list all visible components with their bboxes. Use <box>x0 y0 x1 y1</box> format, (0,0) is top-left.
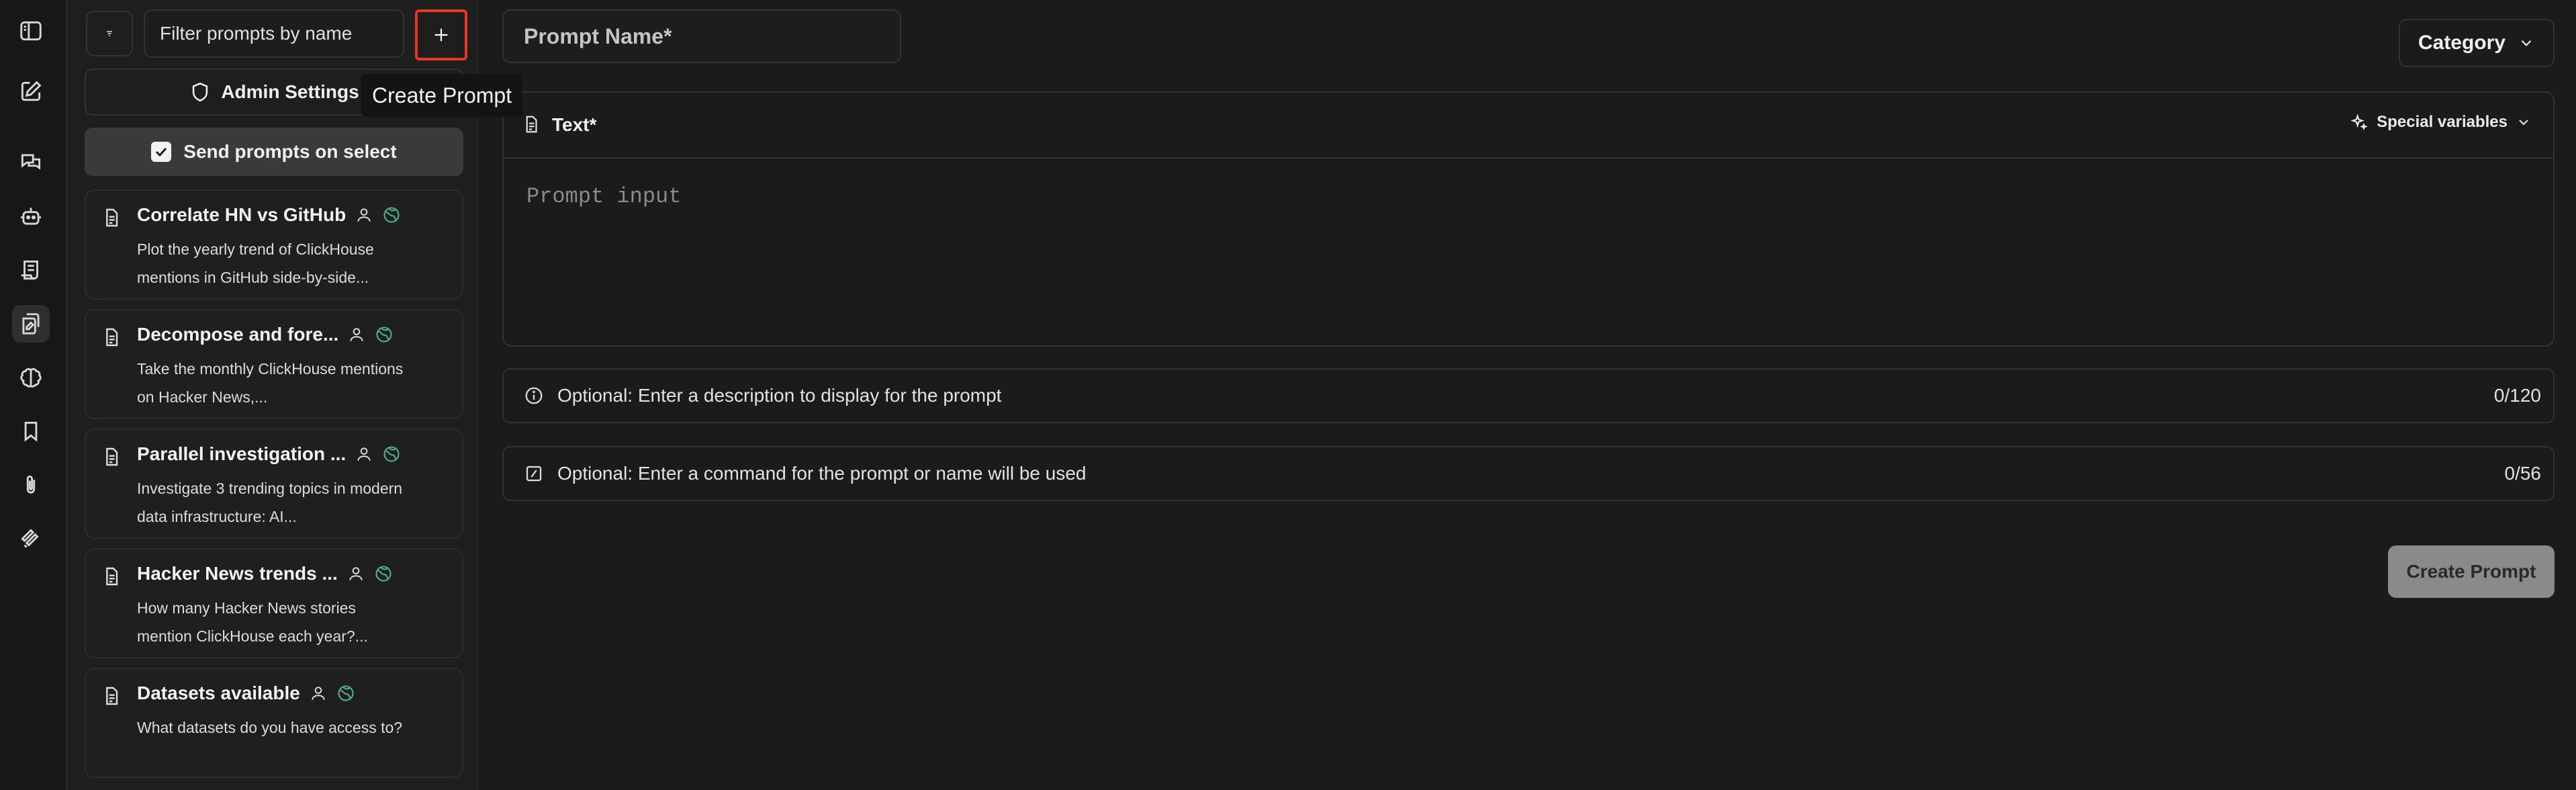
text-editor-header: Text* Special variables <box>504 93 2553 159</box>
document-icon <box>101 685 122 707</box>
globe-icon <box>375 566 392 582</box>
create-prompt-tooltip: Create Prompt <box>361 74 523 117</box>
create-prompt-label: Create Prompt <box>2406 561 2536 582</box>
prompt-text-input[interactable] <box>504 160 2553 345</box>
prompt-title: Decompose and fore... <box>137 324 339 345</box>
prompt-card[interactable]: Datasets available What datasets do you … <box>85 668 463 778</box>
new-chat-icon[interactable] <box>12 73 50 110</box>
user-icon <box>350 328 363 341</box>
notes-icon[interactable] <box>12 251 50 289</box>
sort-button[interactable] <box>86 11 133 56</box>
prompt-name-input[interactable] <box>502 9 901 63</box>
prompt-card[interactable]: Correlate HN vs GitHub Plot the yearly t… <box>85 189 463 300</box>
command-row: 0/56 <box>502 446 2555 501</box>
prompt-description: Investigate 3 trending topics in modern … <box>137 480 403 525</box>
special-variables-button[interactable]: Special variables <box>2350 113 2532 132</box>
create-prompt-submit-button[interactable]: Create Prompt <box>2388 545 2555 598</box>
prompt-card[interactable]: Parallel investigation ... Investigate 3… <box>85 429 463 539</box>
document-icon <box>101 446 122 468</box>
description-input[interactable] <box>556 384 2494 407</box>
icon-rail <box>0 0 67 790</box>
send-on-select-toggle[interactable]: Send prompts on select <box>85 128 463 176</box>
bookmark-icon[interactable] <box>12 412 50 450</box>
description-char-count: 0/120 <box>2493 385 2541 406</box>
prompt-card[interactable]: Hacker News trends ... How many Hacker N… <box>85 548 463 658</box>
prompt-title: Hacker News trends ... <box>137 563 338 584</box>
filter-prompts-input[interactable] <box>144 9 404 58</box>
prompt-description: Take the monthly ClickHouse mentions on … <box>137 360 404 406</box>
text-label: Text* <box>552 114 597 135</box>
command-icon <box>526 466 542 482</box>
user-icon <box>349 567 363 580</box>
document-icon <box>521 114 541 134</box>
description-row: 0/120 <box>502 368 2555 423</box>
document-icon <box>101 207 122 228</box>
paperclip-icon[interactable] <box>12 466 50 504</box>
globe-icon <box>376 326 392 343</box>
chats-icon[interactable] <box>12 144 50 181</box>
prompts-icon[interactable] <box>12 305 50 343</box>
command-char-count: 0/56 <box>2504 463 2542 484</box>
sparkles-icon <box>2350 114 2368 131</box>
shield-icon <box>193 82 208 102</box>
sort-icon <box>107 31 112 36</box>
prompt-description: What datasets do you have access to? <box>137 719 403 736</box>
create-prompt-button[interactable] <box>415 9 467 60</box>
send-on-select-label: Send prompts on select <box>183 141 397 162</box>
command-input[interactable] <box>556 462 2505 485</box>
globe-icon <box>383 207 400 223</box>
sidebar-toggle-icon[interactable] <box>12 12 50 50</box>
chevron-down-icon <box>2519 120 2528 126</box>
globe-icon <box>383 446 400 462</box>
globe-icon <box>338 685 354 701</box>
prompt-title: Correlate HN vs GitHub <box>137 204 347 225</box>
brain-icon[interactable] <box>12 359 50 396</box>
prompt-title: Parallel investigation ... <box>137 443 347 464</box>
category-label: Category <box>2418 32 2506 54</box>
info-icon <box>525 387 543 404</box>
user-icon <box>357 208 371 222</box>
plus-icon <box>434 28 448 42</box>
checked-checkbox-icon[interactable] <box>151 142 172 162</box>
user-icon <box>312 687 325 700</box>
user-icon <box>357 447 371 461</box>
plugin-icon[interactable] <box>12 520 50 558</box>
bot-icon[interactable] <box>12 198 50 235</box>
prompt-text-editor: Text* Special variables <box>502 91 2555 347</box>
prompt-card[interactable]: Decompose and fore... Take the monthly C… <box>85 309 463 419</box>
prompt-description: How many Hacker News stories mention Cli… <box>137 599 368 645</box>
special-variables-label: Special variables <box>2377 113 2508 131</box>
chevron-down-icon <box>2521 40 2532 46</box>
document-icon <box>101 566 122 587</box>
prompt-title: Datasets available <box>137 683 300 703</box>
prompt-description: Plot the yearly trend of ClickHouse ment… <box>137 240 374 286</box>
admin-settings-label: Admin Settings <box>221 81 359 102</box>
category-dropdown[interactable]: Category <box>2399 19 2555 67</box>
document-icon <box>101 326 122 348</box>
